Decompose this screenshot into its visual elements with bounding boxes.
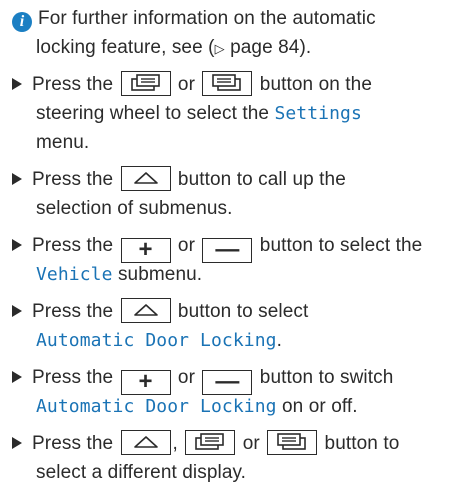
menu-name-vehicle: Vehicle: [36, 264, 113, 285]
step-text: Press the: [32, 367, 119, 388]
step-text: button on the: [254, 74, 373, 95]
minus-button-icon: —: [202, 370, 253, 395]
step-text: Press the: [32, 235, 119, 256]
step-text: select a different display.: [36, 462, 247, 483]
step-text: button to call up the: [172, 169, 346, 190]
step-text: menu.: [36, 132, 90, 153]
step-1: Press the or button on the steering whee…: [12, 70, 454, 157]
step-text: button to: [319, 433, 400, 454]
info-text-line1: For further information on the automatic: [38, 8, 376, 29]
back-button-icon: [120, 430, 171, 455]
step-text: selection of submenus.: [36, 198, 233, 219]
step-text: Press the: [32, 74, 119, 95]
bullet-icon: [12, 305, 22, 317]
step-text: or: [237, 433, 266, 454]
step-text: on or off.: [276, 396, 358, 417]
info-text-line2: locking feature, see (: [36, 37, 215, 58]
menu-name-settings: Settings: [274, 103, 362, 124]
function-name-automatic-door-locking: Automatic Door Locking: [36, 330, 277, 351]
page-reference-arrow-icon: ▷: [214, 41, 225, 56]
bullet-icon: [12, 437, 22, 449]
step-text: button to switch: [254, 367, 394, 388]
page-forward-button-icon: [267, 430, 318, 455]
minus-button-icon: —: [202, 238, 253, 263]
step-text: or: [172, 74, 201, 95]
bullet-icon: [12, 239, 22, 251]
bullet-icon: [12, 173, 22, 185]
page-back-button-icon: [185, 430, 236, 455]
page-reference: page 84).: [224, 37, 312, 58]
step-text: steering wheel to select the: [36, 103, 275, 124]
step-text: button to select: [172, 301, 309, 322]
plus-button-icon: +: [120, 370, 171, 395]
step-text: Press the: [32, 301, 119, 322]
step-3: Press the + or — button to select the Ve…: [12, 231, 454, 289]
bullet-icon: [12, 78, 22, 90]
step-text: .: [276, 330, 283, 351]
page-forward-button-icon: [202, 71, 253, 96]
step-6: Press the , or button to select a differ…: [12, 429, 454, 487]
step-text: Press the: [32, 433, 119, 454]
info-note: i For further information on the automati…: [12, 4, 454, 62]
step-text: or: [172, 235, 201, 256]
step-text: button to select the: [254, 235, 423, 256]
step-text: ,: [172, 433, 184, 454]
function-name-automatic-door-locking: Automatic Door Locking: [36, 396, 277, 417]
step-5: Press the + or — button to switch Automa…: [12, 363, 454, 421]
step-text: Press the: [32, 169, 119, 190]
page-back-button-icon: [120, 71, 171, 96]
bullet-icon: [12, 371, 22, 383]
info-icon: i: [12, 12, 32, 32]
back-button-icon: [120, 298, 171, 323]
step-2: Press the button to call up the selectio…: [12, 165, 454, 223]
plus-button-icon: +: [120, 238, 171, 263]
step-text: or: [172, 367, 201, 388]
manual-page: i For further information on the automati…: [0, 0, 462, 497]
step-4: Press the button to select Automatic Doo…: [12, 297, 454, 355]
back-button-icon: [120, 166, 171, 191]
step-text: submenu.: [112, 264, 203, 285]
